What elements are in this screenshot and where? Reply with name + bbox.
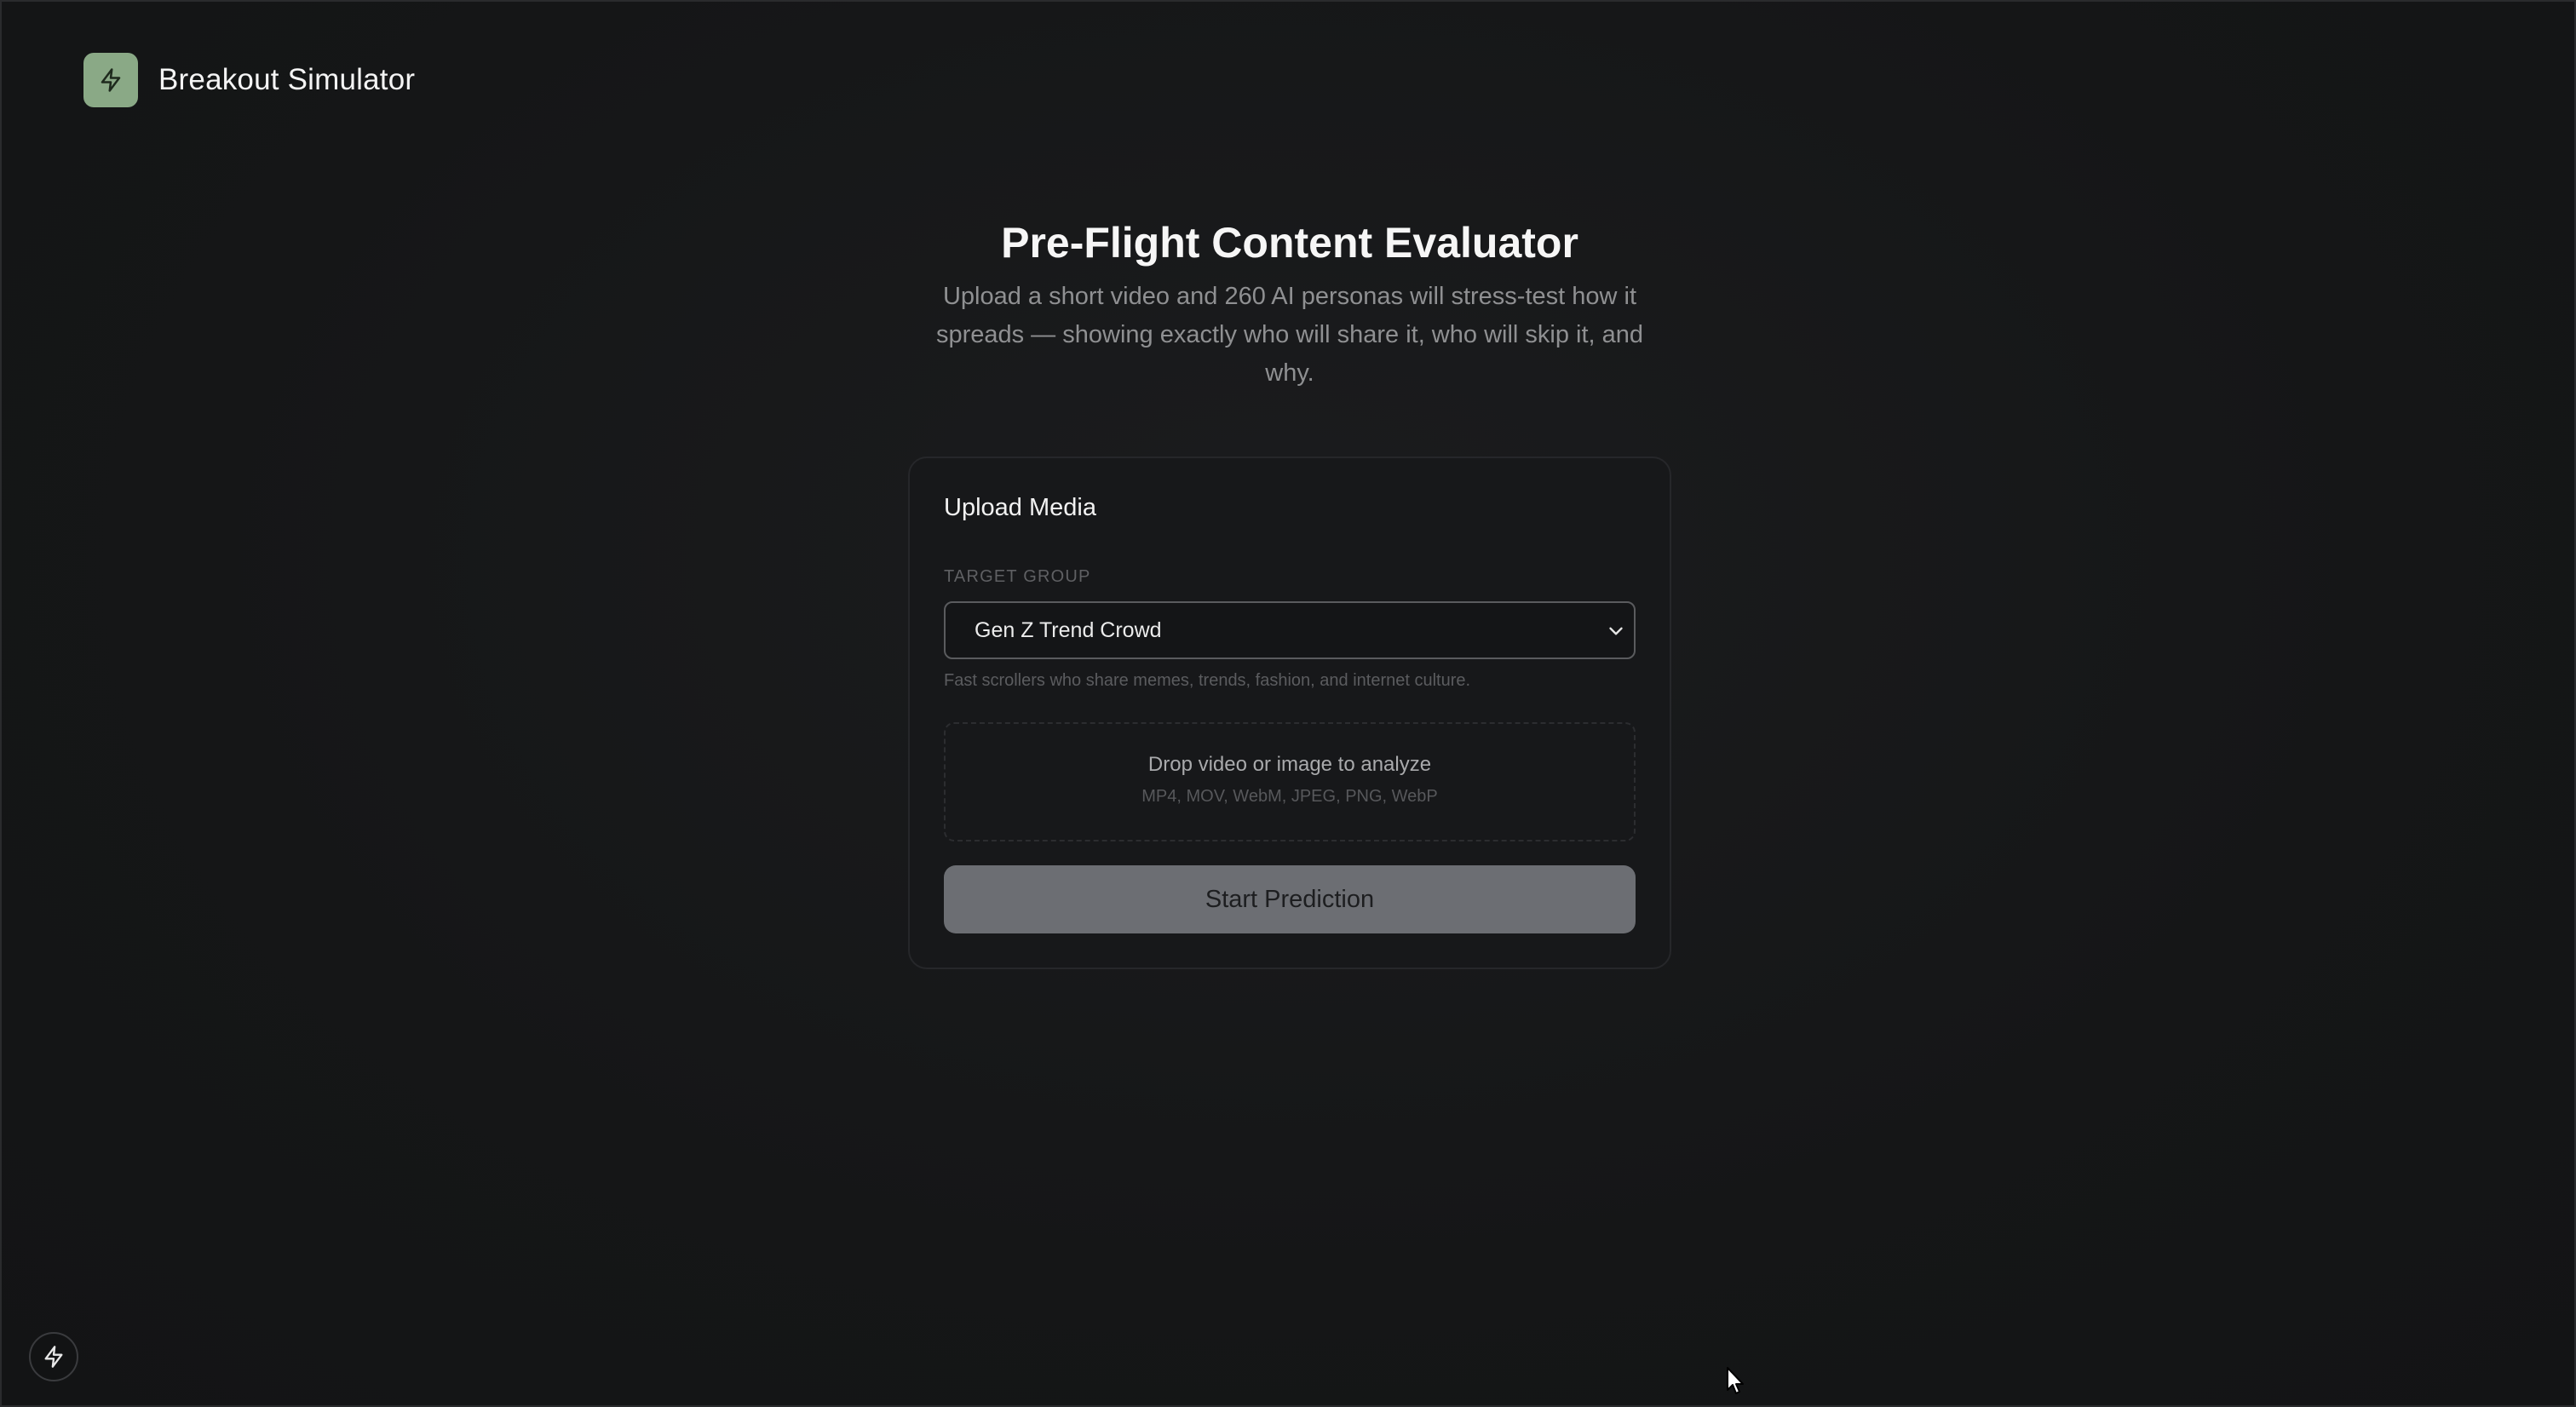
chevron-down-icon [1609, 627, 1623, 635]
corner-badge[interactable] [29, 1332, 78, 1381]
target-group-select[interactable]: Gen Z Trend Crowd [944, 601, 1636, 659]
bolt-icon [101, 68, 121, 92]
upload-card: Upload Media TARGET GROUP Gen Z Trend Cr… [908, 457, 1671, 969]
app-title: Breakout Simulator [158, 63, 416, 96]
page-title: Pre-Flight Content Evaluator [1001, 219, 1578, 267]
target-group-help: Fast scrollers who share memes, trends, … [944, 671, 1471, 690]
page-subtitle: Upload a short video and 260 AI personas… [935, 283, 1644, 387]
target-group-label: TARGET GROUP [944, 567, 1091, 586]
mouse-cursor-icon [1727, 1367, 1744, 1394]
bolt-icon [44, 1346, 63, 1368]
app-header: Breakout Simulator [83, 53, 415, 107]
app-logo[interactable] [83, 53, 138, 107]
dropzone-title: Drop video or image to analyze [1147, 753, 1432, 776]
target-group-selected-value: Gen Z Trend Crowd [975, 617, 1162, 642]
start-prediction-button[interactable]: Start Prediction [944, 865, 1636, 933]
media-dropzone[interactable]: Drop video or image to analyze MP4, MOV,… [944, 722, 1636, 841]
card-title: Upload Media [944, 494, 1096, 521]
dropzone-formats: MP4, MOV, WebM, JPEG, PNG, WebP [1141, 787, 1438, 806]
app-window: Breakout Simulator Pre-Flight Content Ev… [0, 0, 2576, 1407]
hero-section: Pre-Flight Content Evaluator Upload a sh… [2, 213, 2576, 393]
